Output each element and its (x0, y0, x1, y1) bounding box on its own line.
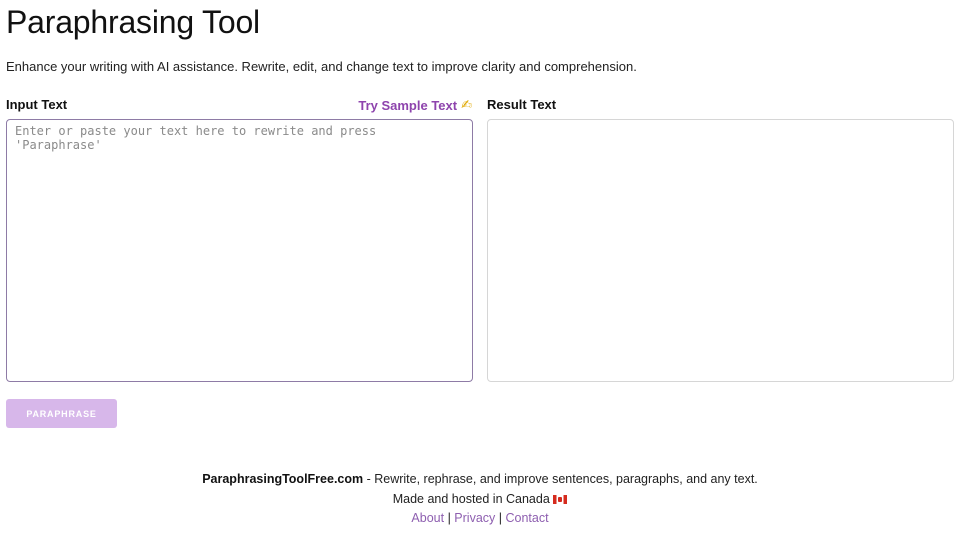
footer-hosted-line: Made and hosted in Canada (0, 490, 960, 510)
footer-separator: | (447, 511, 451, 525)
input-textarea[interactable] (6, 119, 473, 382)
try-sample-text-label: Try Sample Text (358, 97, 458, 113)
writing-hand-icon: ✍ (461, 97, 472, 112)
footer-link-privacy[interactable]: Privacy (454, 511, 495, 525)
page-title: Paraphrasing Tool (6, 4, 260, 40)
footer-links: About | Privacy | Contact (0, 509, 960, 529)
footer-hosted-text: Made and hosted in Canada (392, 491, 550, 506)
footer-tagline: - Rewrite, rephrase, and improve sentenc… (363, 472, 758, 486)
page-subtitle: Enhance your writing with AI assistance.… (6, 59, 637, 74)
canada-flag-icon (553, 494, 568, 504)
footer-tagline-line: ParaphrasingToolFree.com - Rewrite, reph… (0, 470, 960, 490)
result-text-label: Result Text (487, 97, 557, 112)
input-text-label: Input Text (6, 97, 68, 112)
footer: ParaphrasingToolFree.com - Rewrite, reph… (0, 470, 960, 529)
footer-link-about[interactable]: About (411, 511, 444, 525)
footer-separator: | (498, 511, 503, 525)
try-sample-text-link[interactable]: Try Sample Text ✍ (358, 97, 472, 113)
footer-brand: ParaphrasingToolFree.com (202, 472, 364, 486)
paraphrase-button[interactable]: Paraphrase (6, 399, 117, 428)
footer-link-contact[interactable]: Contact (506, 511, 549, 525)
result-textarea[interactable] (487, 119, 954, 382)
